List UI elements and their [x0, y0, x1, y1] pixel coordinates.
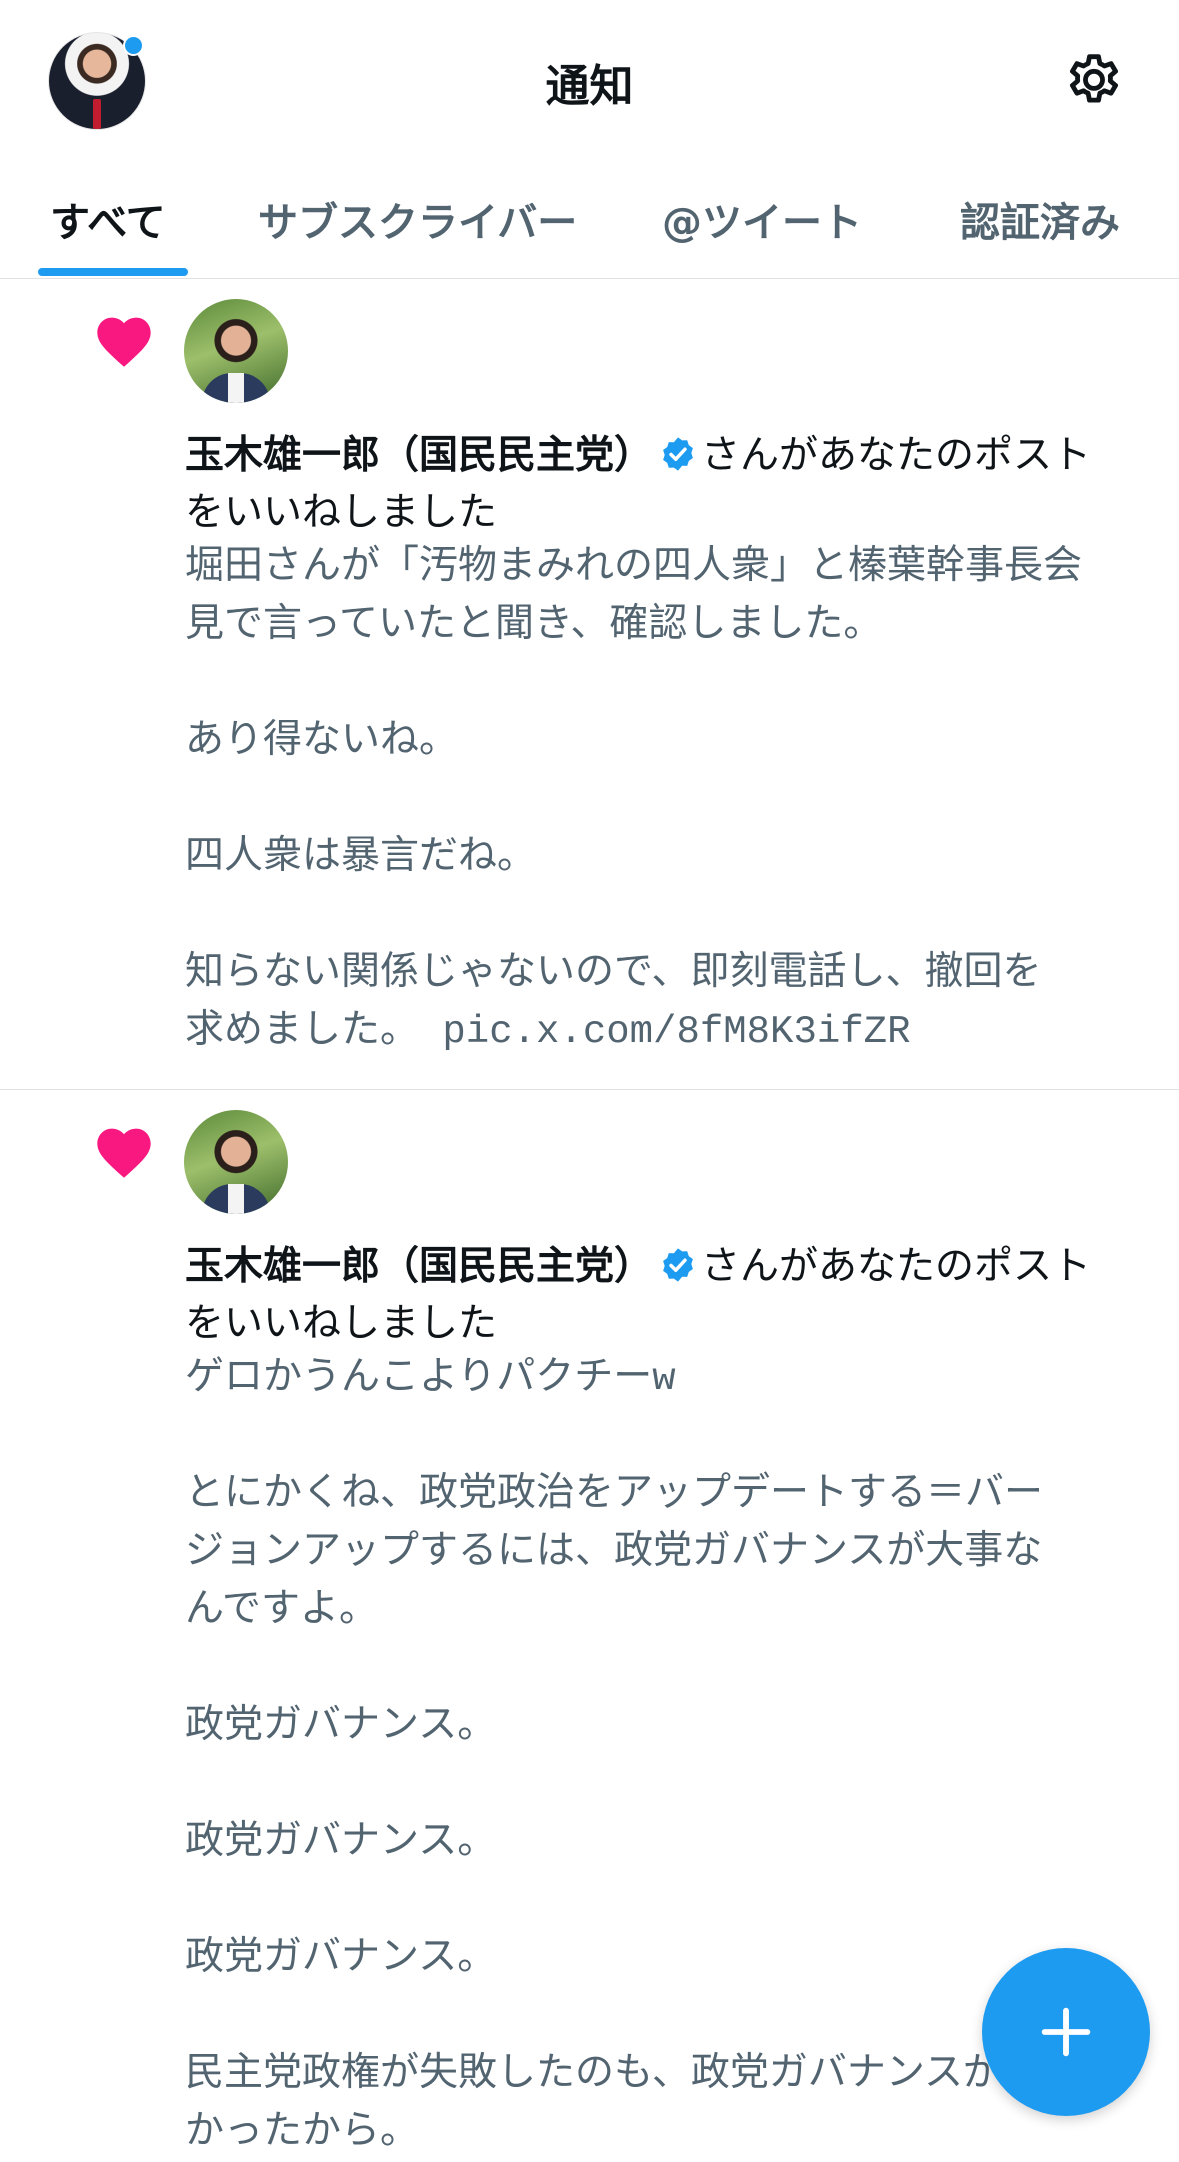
- like-message: 玉木雄一郎（国民民主党） さんがあなたのポスト をいいねしました: [185, 1244, 1092, 1346]
- heart-icon: [97, 317, 151, 367]
- top-bar: 通知: [0, 0, 1179, 160]
- liker-avatar[interactable]: [184, 1110, 288, 1214]
- tab-subscribers[interactable]: サブスクライバー: [258, 190, 577, 248]
- tab-verified[interactable]: 認証済み: [960, 190, 1120, 248]
- liker-name[interactable]: 玉木雄一郎（国民民主党）: [185, 433, 653, 478]
- gear-icon[interactable]: [1062, 50, 1126, 114]
- liker-name[interactable]: 玉木雄一郎（国民民主党）: [185, 1244, 653, 1289]
- active-tab-indicator: [38, 268, 188, 276]
- tab-all[interactable]: すべて: [50, 190, 166, 248]
- verified-badge-icon: [663, 1248, 693, 1282]
- verified-badge-icon: [663, 437, 693, 471]
- plus-icon: [1041, 2007, 1091, 2057]
- heart-icon: [97, 1128, 151, 1178]
- compose-button[interactable]: [982, 1948, 1150, 2116]
- notification-tabs: すべて サブスクライバー @ツイート 認証済み: [0, 160, 1179, 279]
- tweet-text: 堀田さんが「汚物まみれの四人衆」と榛葉幹事長会 見で言っていたと聞き、確認しまし…: [185, 546, 1083, 1054]
- like-message: 玉木雄一郎（国民民主党） さんがあなたのポスト をいいねしました: [185, 433, 1092, 535]
- notification-item[interactable]: 玉木雄一郎（国民民主党） さんがあなたのポスト をいいねしました 堀田さんが「汚物…: [0, 279, 1179, 1090]
- liker-avatar[interactable]: [184, 299, 288, 403]
- page-title: 通知: [545, 61, 634, 112]
- tab-mentions[interactable]: @ツイート: [662, 190, 862, 248]
